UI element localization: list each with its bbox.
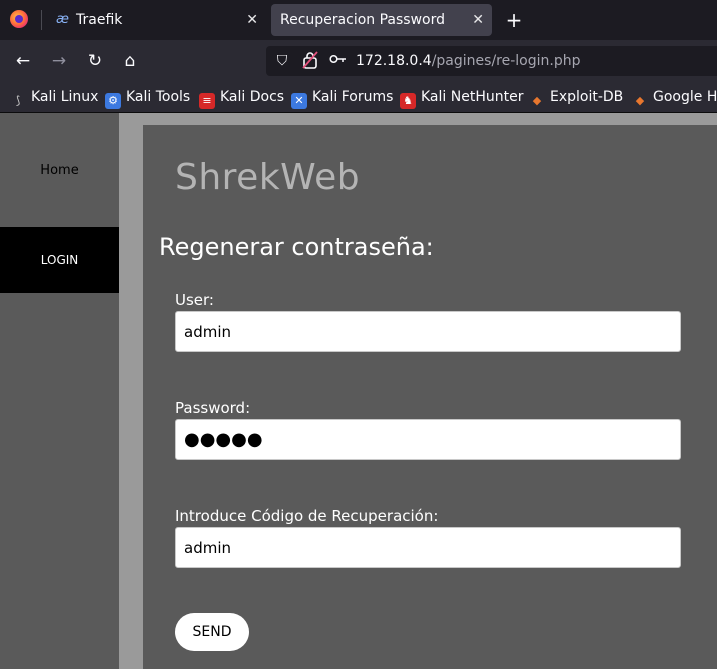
tab-close-icon[interactable]: ✕ (472, 4, 484, 36)
tab-recuperacion-password[interactable]: Recuperacion Password ✕ (271, 4, 492, 36)
tab-label: Traefik (76, 12, 123, 28)
navigation-bar: ← → ↻ ⌂ ⛉ 172.18.0.4/pagines/re-login.ph… (0, 40, 717, 82)
url-text[interactable]: 172.18.0.4/pagines/re-login.php (356, 46, 580, 76)
bookmark-label: Kali Linux (31, 89, 99, 105)
kali-tools-icon: ⚙ (105, 93, 121, 109)
kali-docs-icon: ≡ (199, 93, 215, 109)
bookmark-kali-nethunter[interactable]: ♞ Kali NetHunter (400, 82, 523, 112)
nethunter-icon: ♞ (400, 93, 416, 109)
bookmark-label: Kali Docs (220, 89, 285, 105)
send-button[interactable]: SEND (175, 613, 249, 651)
sidebar: Home LOGIN (0, 113, 119, 669)
key-icon[interactable] (328, 51, 348, 71)
bookmark-label: Kali NetHunter (421, 89, 524, 105)
recovery-code-input[interactable] (175, 527, 681, 568)
bookmark-label: Kali Forums (312, 89, 394, 105)
form-title: Regenerar contraseña: (159, 233, 434, 261)
bookmarks-bar: ⟆ Kali Linux ⚙ Kali Tools ≡ Kali Docs ✕ Kali… (0, 82, 717, 113)
password-input[interactable] (175, 419, 681, 460)
tab-bar: æ Traefik ✕ Recuperacion Password ✕ + (0, 0, 717, 40)
shield-icon[interactable]: ⛉ (272, 51, 292, 71)
bookmark-google-hacking[interactable]: ◆ Google Ha (632, 82, 717, 112)
bookmark-exploit-db[interactable]: ◆ Exploit-DB (529, 82, 624, 112)
back-arrow-icon[interactable]: ← (11, 49, 35, 73)
web-page: Home LOGIN ShrekWeb Regenerar contraseña… (0, 113, 717, 669)
tab-close-icon[interactable]: ✕ (246, 4, 258, 36)
url-host: 172.18.0.4 (356, 53, 432, 69)
bookmark-label: Exploit-DB (550, 89, 624, 105)
bookmark-kali-tools[interactable]: ⚙ Kali Tools (105, 82, 190, 112)
kali-forums-icon: ✕ (291, 93, 307, 109)
reload-icon[interactable]: ↻ (83, 49, 107, 73)
password-label: Password: (175, 399, 251, 417)
insecure-lock-icon[interactable] (300, 51, 320, 71)
url-bar[interactable]: ⛉ 172.18.0.4/pagines/re-login.php (266, 46, 717, 76)
forward-arrow-icon[interactable]: → (47, 49, 71, 73)
site-brand: ShrekWeb (175, 157, 361, 198)
exploit-db-icon: ◆ (532, 94, 542, 107)
user-input[interactable] (175, 311, 681, 352)
bookmark-label: Google Ha (653, 89, 717, 105)
tab-separator (41, 10, 42, 30)
traefik-favicon-icon: æ (56, 12, 69, 27)
user-label: User: (175, 291, 214, 309)
sidebar-item-home[interactable]: Home (0, 153, 119, 189)
recovery-code-label: Introduce Código de Recuperación: (175, 507, 439, 525)
new-tab-button[interactable]: + (504, 6, 524, 34)
content-border-top (143, 113, 717, 125)
content-border (119, 113, 143, 669)
kali-dragon-icon: ⟆ (15, 94, 21, 107)
tab-traefik[interactable]: æ Traefik ✕ (44, 4, 266, 36)
bookmark-label: Kali Tools (126, 89, 191, 105)
bookmark-kali-linux[interactable]: ⟆ Kali Linux (10, 82, 99, 112)
bookmark-kali-forums[interactable]: ✕ Kali Forums (291, 82, 393, 112)
main-content: ShrekWeb Regenerar contraseña: User: Pas… (143, 125, 717, 669)
firefox-menu-icon[interactable] (10, 10, 28, 28)
ghdb-icon: ◆ (635, 94, 645, 107)
sidebar-item-login[interactable]: LOGIN (0, 227, 119, 293)
bookmark-kali-docs[interactable]: ≡ Kali Docs (199, 82, 284, 112)
tab-label: Recuperacion Password (280, 12, 445, 28)
home-icon[interactable]: ⌂ (118, 49, 142, 73)
url-path: /pagines/re-login.php (431, 53, 581, 69)
